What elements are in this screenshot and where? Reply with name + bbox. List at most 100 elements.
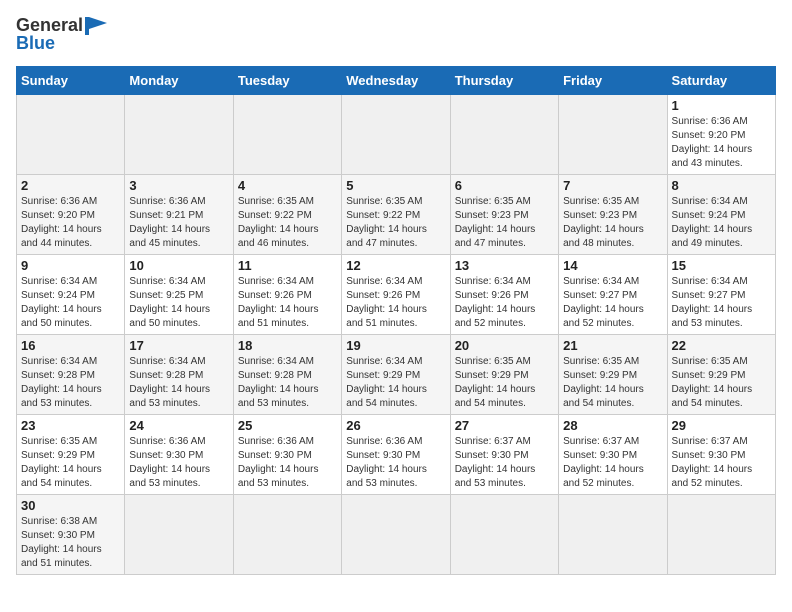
day-info: Sunrise: 6:34 AM Sunset: 9:28 PM Dayligh… (21, 355, 120, 411)
day-number: 10 (129, 258, 228, 273)
calendar-cell (233, 94, 341, 174)
calendar-cell (450, 94, 558, 174)
day-number: 4 (238, 178, 337, 193)
calendar-cell (450, 494, 558, 574)
calendar-cell: 14 Sunrise: 6:34 AM Sunset: 9:27 PM Dayli… (559, 254, 667, 334)
day-number: 3 (129, 178, 228, 193)
day-info: Sunrise: 6:34 AM Sunset: 9:26 PM Dayligh… (238, 275, 337, 331)
calendar-week-6: 30 Sunrise: 6:38 AM Sunset: 9:30 PM Dayli… (17, 494, 776, 574)
logo-blue-text: Blue (16, 34, 55, 54)
day-number: 19 (346, 338, 445, 353)
day-info: Sunrise: 6:34 AM Sunset: 9:26 PM Dayligh… (455, 275, 554, 331)
calendar-table: SundayMondayTuesdayWednesdayThursdayFrid… (16, 66, 776, 575)
day-info: Sunrise: 6:35 AM Sunset: 9:22 PM Dayligh… (238, 195, 337, 251)
day-number: 21 (563, 338, 662, 353)
day-info: Sunrise: 6:36 AM Sunset: 9:30 PM Dayligh… (346, 435, 445, 491)
day-number: 14 (563, 258, 662, 273)
calendar-cell: 8Sunrise: 6:34 AM Sunset: 9:24 PM Daylig… (667, 174, 775, 254)
day-number: 11 (238, 258, 337, 273)
calendar-cell: 4 Sunrise: 6:35 AM Sunset: 9:22 PM Daylig… (233, 174, 341, 254)
day-number: 9 (21, 258, 120, 273)
header-row: SundayMondayTuesdayWednesdayThursdayFrid… (17, 66, 776, 94)
calendar-cell: 26 Sunrise: 6:36 AM Sunset: 9:30 PM Dayli… (342, 414, 450, 494)
day-info: Sunrise: 6:35 AM Sunset: 9:29 PM Dayligh… (21, 435, 120, 491)
header-day-wednesday: Wednesday (342, 66, 450, 94)
day-info: Sunrise: 6:34 AM Sunset: 9:28 PM Dayligh… (129, 355, 228, 411)
calendar-cell: 24Sunrise: 6:36 AM Sunset: 9:30 PM Dayli… (125, 414, 233, 494)
day-number: 22 (672, 338, 771, 353)
calendar-cell (125, 94, 233, 174)
calendar-cell (125, 494, 233, 574)
day-number: 6 (455, 178, 554, 193)
day-info: Sunrise: 6:37 AM Sunset: 9:30 PM Dayligh… (563, 435, 662, 491)
calendar-cell: 3 Sunrise: 6:36 AM Sunset: 9:21 PM Daylig… (125, 174, 233, 254)
calendar-cell: 20Sunrise: 6:35 AM Sunset: 9:29 PM Dayli… (450, 334, 558, 414)
calendar-week-4: 16 Sunrise: 6:34 AM Sunset: 9:28 PM Dayli… (17, 334, 776, 414)
day-number: 12 (346, 258, 445, 273)
day-info: Sunrise: 6:35 AM Sunset: 9:23 PM Dayligh… (563, 195, 662, 251)
calendar-cell: 29Sunrise: 6:37 AM Sunset: 9:30 PM Dayli… (667, 414, 775, 494)
calendar-week-5: 23 Sunrise: 6:35 AM Sunset: 9:29 PM Dayli… (17, 414, 776, 494)
day-info: Sunrise: 6:34 AM Sunset: 9:26 PM Dayligh… (346, 275, 445, 331)
header-day-thursday: Thursday (450, 66, 558, 94)
header: General Blue (16, 16, 776, 54)
day-number: 30 (21, 498, 120, 513)
calendar-week-1: 1 Sunrise: 6:36 AM Sunset: 9:20 PM Daylig… (17, 94, 776, 174)
day-number: 26 (346, 418, 445, 433)
calendar-cell: 23 Sunrise: 6:35 AM Sunset: 9:29 PM Dayli… (17, 414, 125, 494)
calendar-cell (17, 94, 125, 174)
day-info: Sunrise: 6:34 AM Sunset: 9:25 PM Dayligh… (129, 275, 228, 331)
calendar-cell: 30 Sunrise: 6:38 AM Sunset: 9:30 PM Dayli… (17, 494, 125, 574)
day-info: Sunrise: 6:34 AM Sunset: 9:27 PM Dayligh… (563, 275, 662, 331)
day-number: 2 (21, 178, 120, 193)
calendar-week-3: 9Sunrise: 6:34 AM Sunset: 9:24 PM Daylig… (17, 254, 776, 334)
calendar-cell: 12 Sunrise: 6:34 AM Sunset: 9:26 PM Dayli… (342, 254, 450, 334)
calendar-cell (559, 94, 667, 174)
day-info: Sunrise: 6:34 AM Sunset: 9:28 PM Dayligh… (238, 355, 337, 411)
calendar-cell (233, 494, 341, 574)
calendar-cell (342, 94, 450, 174)
day-number: 25 (238, 418, 337, 433)
calendar-cell: 15Sunrise: 6:34 AM Sunset: 9:27 PM Dayli… (667, 254, 775, 334)
day-number: 28 (563, 418, 662, 433)
calendar-cell: 7 Sunrise: 6:35 AM Sunset: 9:23 PM Daylig… (559, 174, 667, 254)
calendar-week-2: 2 Sunrise: 6:36 AM Sunset: 9:20 PM Daylig… (17, 174, 776, 254)
calendar-cell: 27Sunrise: 6:37 AM Sunset: 9:30 PM Dayli… (450, 414, 558, 494)
day-number: 16 (21, 338, 120, 353)
day-number: 24 (129, 418, 228, 433)
day-info: Sunrise: 6:34 AM Sunset: 9:29 PM Dayligh… (346, 355, 445, 411)
day-info: Sunrise: 6:36 AM Sunset: 9:20 PM Dayligh… (21, 195, 120, 251)
calendar-cell: 17Sunrise: 6:34 AM Sunset: 9:28 PM Dayli… (125, 334, 233, 414)
day-info: Sunrise: 6:36 AM Sunset: 9:21 PM Dayligh… (129, 195, 228, 251)
calendar-cell: 22 Sunrise: 6:35 AM Sunset: 9:29 PM Dayli… (667, 334, 775, 414)
day-info: Sunrise: 6:35 AM Sunset: 9:29 PM Dayligh… (672, 355, 771, 411)
day-number: 13 (455, 258, 554, 273)
day-info: Sunrise: 6:36 AM Sunset: 9:20 PM Dayligh… (672, 115, 771, 171)
calendar-cell: 2 Sunrise: 6:36 AM Sunset: 9:20 PM Daylig… (17, 174, 125, 254)
day-number: 23 (21, 418, 120, 433)
logo-container: General Blue (16, 16, 107, 54)
day-number: 7 (563, 178, 662, 193)
calendar-header: SundayMondayTuesdayWednesdayThursdayFrid… (17, 66, 776, 94)
day-number: 15 (672, 258, 771, 273)
header-day-friday: Friday (559, 66, 667, 94)
day-number: 5 (346, 178, 445, 193)
header-day-tuesday: Tuesday (233, 66, 341, 94)
calendar-cell (667, 494, 775, 574)
calendar-cell: 16 Sunrise: 6:34 AM Sunset: 9:28 PM Dayli… (17, 334, 125, 414)
day-info: Sunrise: 6:35 AM Sunset: 9:22 PM Dayligh… (346, 195, 445, 251)
day-info: Sunrise: 6:37 AM Sunset: 9:30 PM Dayligh… (455, 435, 554, 491)
calendar-cell (559, 494, 667, 574)
calendar-cell: 19 Sunrise: 6:34 AM Sunset: 9:29 PM Dayli… (342, 334, 450, 414)
day-number: 1 (672, 98, 771, 113)
day-number: 18 (238, 338, 337, 353)
calendar-cell: 6 Sunrise: 6:35 AM Sunset: 9:23 PM Daylig… (450, 174, 558, 254)
day-info: Sunrise: 6:35 AM Sunset: 9:29 PM Dayligh… (563, 355, 662, 411)
calendar-cell (342, 494, 450, 574)
day-info: Sunrise: 6:38 AM Sunset: 9:30 PM Dayligh… (21, 515, 120, 571)
logo-flag-icon (85, 17, 107, 35)
day-info: Sunrise: 6:35 AM Sunset: 9:23 PM Dayligh… (455, 195, 554, 251)
calendar-cell: 25 Sunrise: 6:36 AM Sunset: 9:30 PM Dayli… (233, 414, 341, 494)
day-info: Sunrise: 6:36 AM Sunset: 9:30 PM Dayligh… (238, 435, 337, 491)
calendar-cell: 18 Sunrise: 6:34 AM Sunset: 9:28 PM Dayli… (233, 334, 341, 414)
